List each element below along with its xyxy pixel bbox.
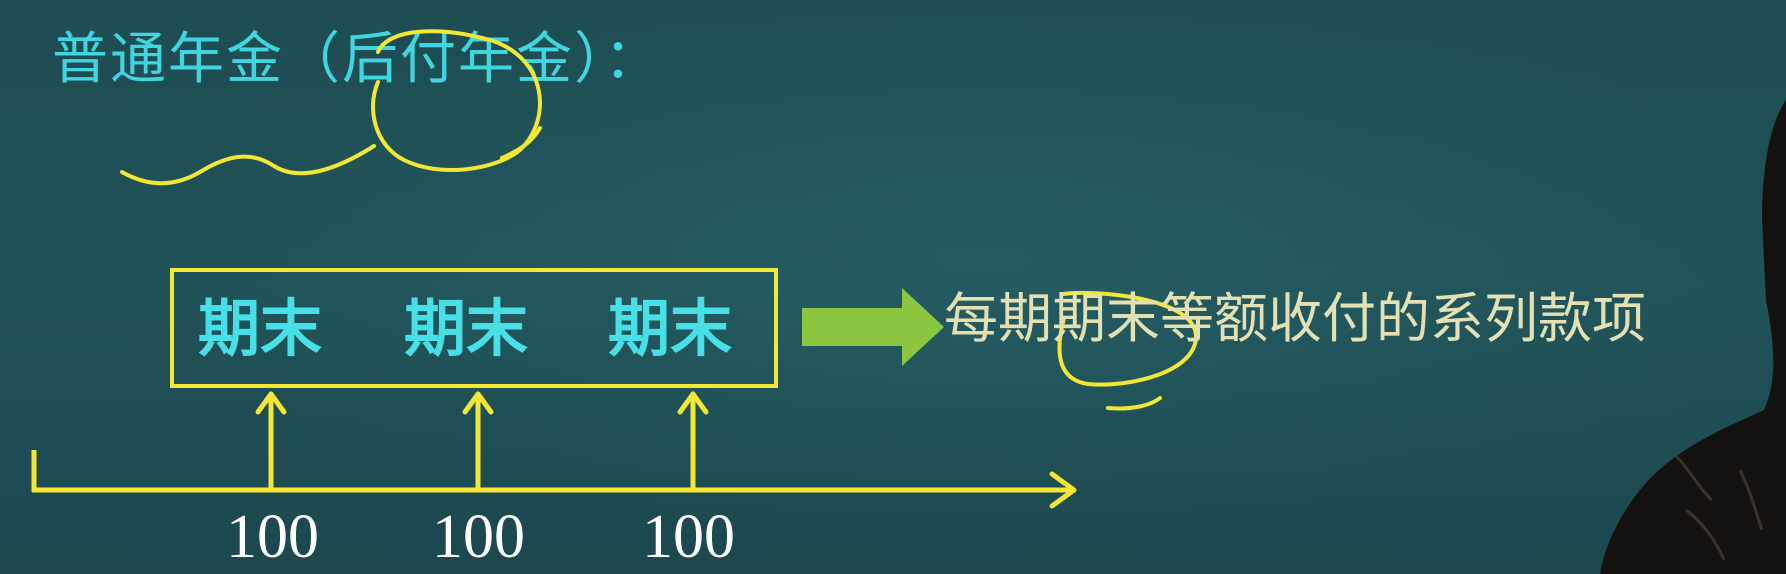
green-arrow-icon [802, 288, 944, 366]
payment-arrow-2 [462, 391, 494, 491]
amount-1: 100 [226, 503, 319, 571]
slide: 普通年金（后付年金）： 期末 期末 期末 每期期末等额收付的系列款项 100 1… [0, 0, 1786, 574]
amount-2: 100 [432, 503, 525, 571]
description-text: 每期期末等额收付的系列款项 [944, 287, 1646, 350]
annotation-underline-description [1106, 396, 1162, 411]
payment-arrow-3 [677, 391, 709, 491]
annotation-circle-title [371, 29, 542, 172]
amount-3: 100 [642, 503, 735, 571]
payment-arrow-1 [255, 391, 287, 491]
annotation-wavy-underline [120, 144, 376, 186]
